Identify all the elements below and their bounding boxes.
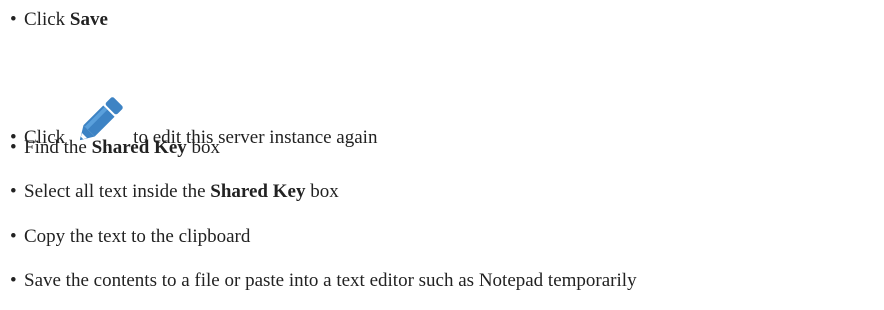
step-text-end: box (305, 181, 339, 202)
list-item: • Find the Shared Key box (10, 137, 220, 159)
step-text: Click (24, 9, 70, 30)
list-item: • Copy the text to the clipboard (10, 226, 250, 248)
step-text: Copy the text to the clipboard (24, 226, 251, 247)
step-text: Select all text inside the (24, 181, 211, 202)
step-text-end: box (186, 137, 221, 158)
step-emphasis: Shared Key (210, 181, 306, 202)
bullet: • (10, 226, 17, 247)
step-emphasis: Save (69, 9, 108, 30)
bullet: • (10, 270, 17, 291)
bullet: • (10, 137, 17, 158)
step-emphasis: Shared Key (91, 137, 187, 158)
list-item: • Click Save (10, 9, 108, 31)
bullet: • (10, 181, 17, 202)
step-text: Save the contents to a file or paste int… (24, 270, 637, 291)
bullet: • (10, 9, 17, 30)
step-text: Find the (24, 137, 92, 158)
list-item: • Select all text inside the Shared Key b… (10, 181, 339, 203)
list-item: • Save the contents to a file or paste in… (10, 270, 637, 292)
